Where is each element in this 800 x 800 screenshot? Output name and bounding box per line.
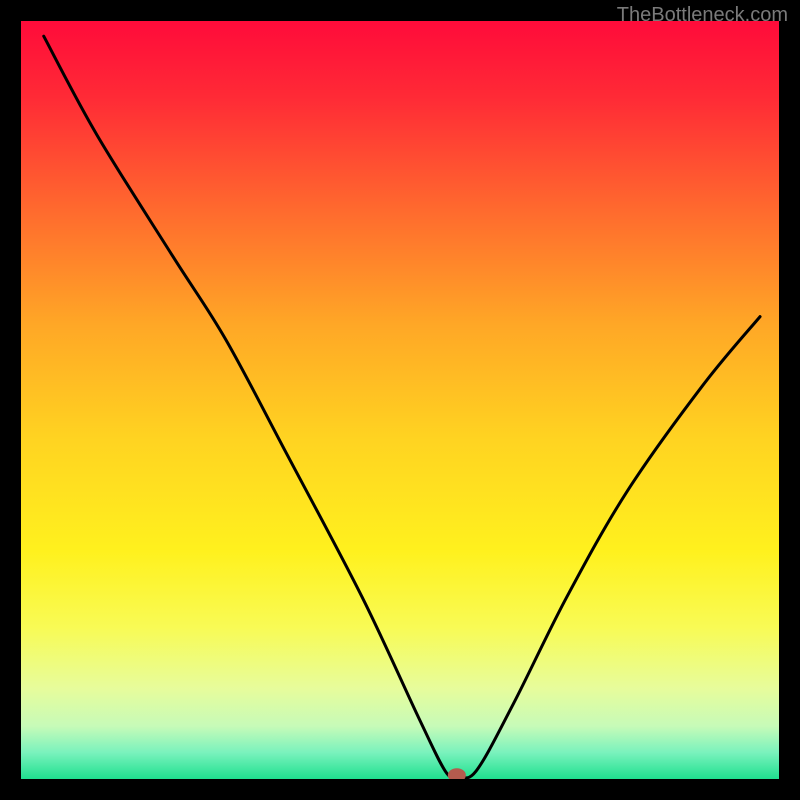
bottleneck-chart	[0, 0, 800, 800]
plot-background	[21, 21, 779, 779]
optimal-marker	[448, 768, 466, 782]
watermark-text: TheBottleneck.com	[617, 4, 788, 27]
